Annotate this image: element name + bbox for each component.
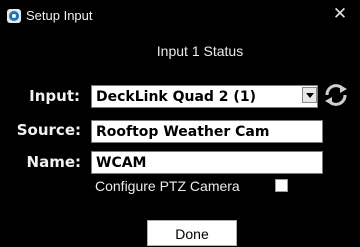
input-select[interactable]: DeckLink Quad 2 (1) <box>91 85 318 108</box>
chevron-down-icon[interactable] <box>302 87 317 103</box>
input-select-value: DeckLink Quad 2 (1) <box>96 89 256 105</box>
name-label: Name: <box>26 153 81 171</box>
status-heading: Input 1 Status <box>156 43 244 59</box>
configure-ptz-label: Configure PTZ Camera <box>95 178 240 194</box>
window-title: Setup Input <box>26 8 93 23</box>
title-bar: Setup Input ✕ <box>0 0 360 31</box>
input-label: Input: <box>29 87 80 105</box>
source-label: Source: <box>16 121 81 139</box>
setup-input-dialog: Setup Input ✕ Input 1 Status Input: Deck… <box>0 0 360 246</box>
app-icon <box>7 9 21 23</box>
refresh-icon[interactable] <box>321 83 351 107</box>
configure-ptz-checkbox[interactable] <box>275 179 288 192</box>
done-button[interactable]: Done <box>147 220 237 246</box>
close-button[interactable]: ✕ <box>330 4 350 24</box>
name-input[interactable]: WCAM <box>91 151 323 174</box>
source-input[interactable]: Rooftop Weather Cam <box>91 120 323 143</box>
